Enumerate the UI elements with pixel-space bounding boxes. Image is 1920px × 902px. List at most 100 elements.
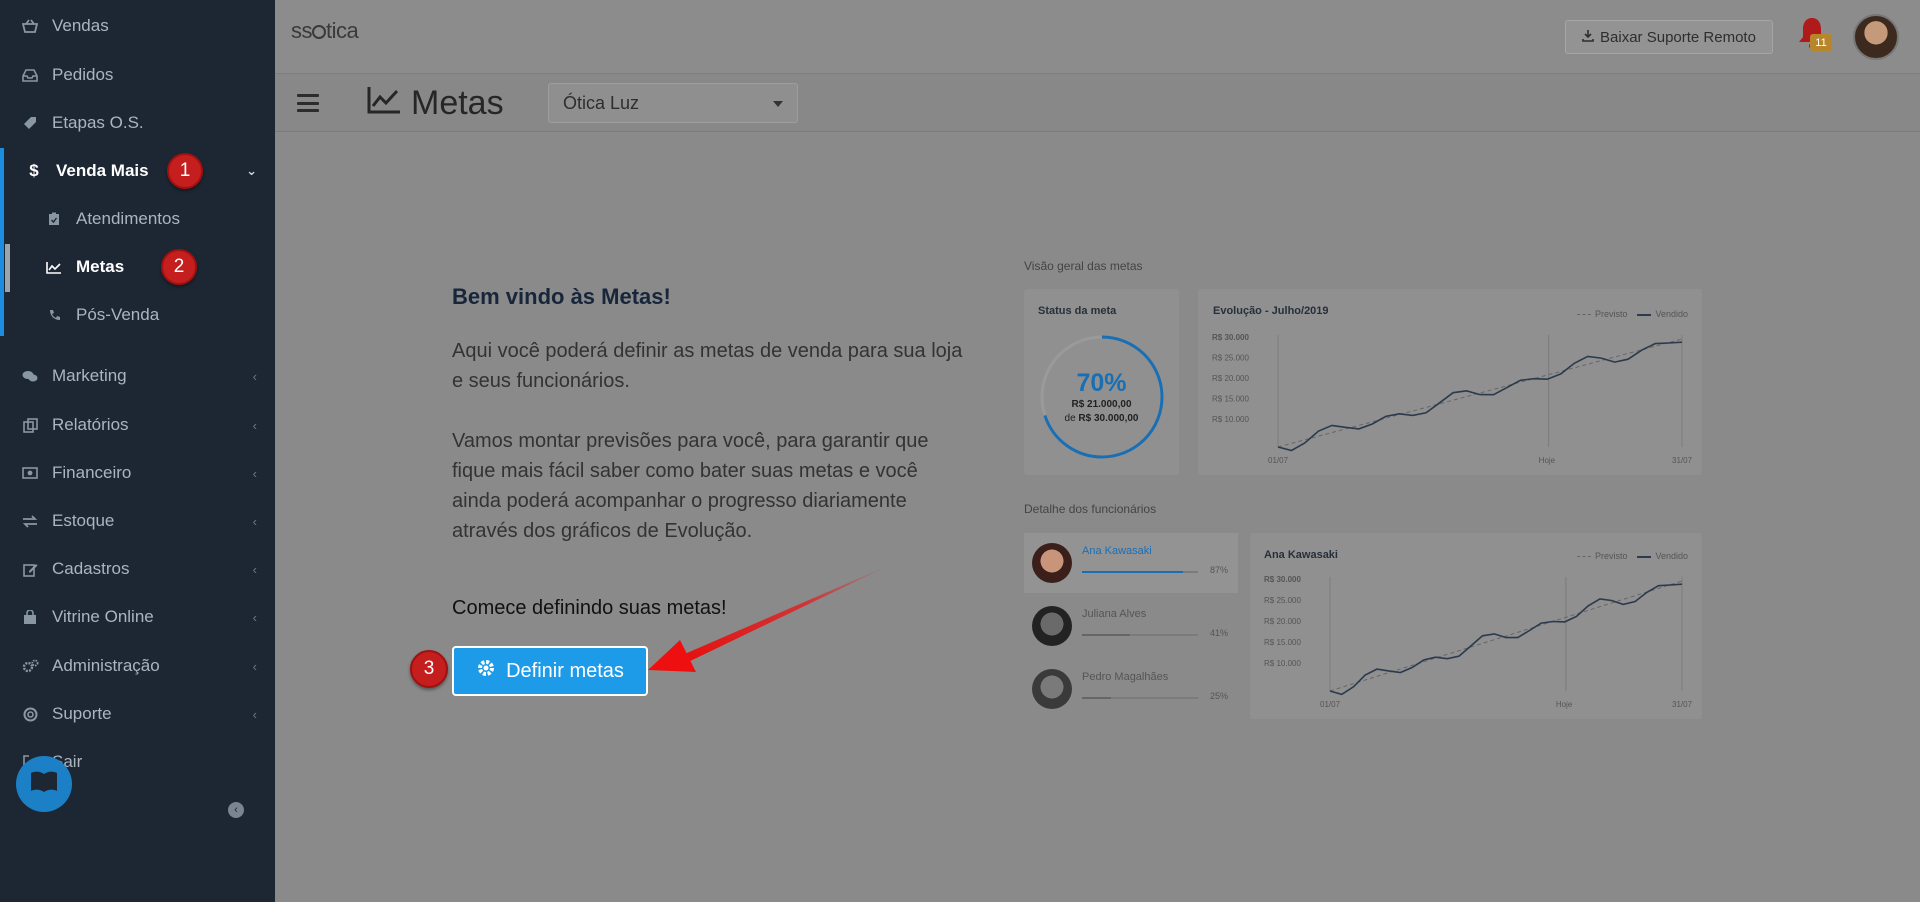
gear-icon xyxy=(476,658,496,684)
sidebar-item-vendas[interactable]: Vendas xyxy=(0,3,275,49)
employee-percent: 87% xyxy=(1209,565,1228,575)
tag-icon xyxy=(20,116,40,130)
chart-line-icon xyxy=(44,261,64,274)
employee-progress xyxy=(1082,634,1198,636)
legend-sold: Vendido xyxy=(1655,551,1688,561)
sidebar-item-label: Vendas xyxy=(52,16,109,35)
pointer-arrow-icon xyxy=(648,564,892,672)
money-icon xyxy=(20,467,40,479)
employee-avatar xyxy=(1032,669,1072,709)
x-tick-label: 31/07 xyxy=(1672,456,1693,465)
menu-toggle-button[interactable] xyxy=(297,94,319,112)
sold-line xyxy=(1329,583,1683,696)
logo-text: tica xyxy=(326,18,359,43)
forecast-line xyxy=(1329,580,1683,692)
sidebar-item-label: Pós-Venda xyxy=(76,305,160,324)
cogs-icon xyxy=(20,659,40,674)
help-book-button[interactable] xyxy=(16,756,72,812)
sidebar-item-label: Vitrine Online xyxy=(52,607,154,626)
step-badge-1: 1 xyxy=(167,153,203,189)
intro-paragraph: Aqui você poderá definir as metas de ven… xyxy=(452,340,963,392)
forecast-paragraph: Vamos montar previsões para você, para g… xyxy=(452,430,929,542)
chevron-left-icon: ‹ xyxy=(234,804,238,816)
store-select[interactable]: Ótica Luz xyxy=(548,83,798,123)
sidebar-item-pos-venda[interactable]: Pós-Venda xyxy=(0,292,275,338)
evolution-card: Evolução - Julho/2019 Previsto Vendido R… xyxy=(1198,289,1702,475)
sidebar-item-cadastros[interactable]: Cadastros ‹ xyxy=(0,546,275,592)
page-header: Metas Ótica Luz xyxy=(275,74,1920,132)
employee-avatar xyxy=(1032,543,1072,583)
sidebar-item-label: Atendimentos xyxy=(76,209,180,228)
logo-text: ss xyxy=(291,18,313,43)
comments-icon xyxy=(20,370,40,383)
download-icon xyxy=(1582,29,1594,46)
define-goals-button[interactable]: Definir metas xyxy=(452,646,648,696)
employee-progress-fill xyxy=(1082,697,1111,699)
sidebar-item-financeiro[interactable]: Financeiro ‹ xyxy=(0,450,275,496)
exchange-icon xyxy=(20,514,40,528)
legend-forecast: Previsto xyxy=(1594,309,1628,319)
sidebar-item-etapas[interactable]: Etapas O.S. xyxy=(0,100,275,146)
brand-logo[interactable]: ss tica xyxy=(291,18,359,44)
sidebar-item-pedidos[interactable]: Pedidos xyxy=(0,52,275,98)
clipboard-icon xyxy=(44,212,64,226)
y-tick-label: R$ 30.000 xyxy=(1212,333,1249,342)
card-title: Ana Kawasaki xyxy=(1264,549,1338,561)
chevron-left-icon: ‹ xyxy=(252,609,257,625)
notification-count-badge: 11 xyxy=(1810,34,1832,51)
user-avatar[interactable] xyxy=(1853,14,1899,60)
x-tick-label: Hoje xyxy=(1539,456,1556,465)
top-header: ss tica Baixar Suporte Remoto 11 xyxy=(275,0,1920,74)
y-tick-label: R$ 10.000 xyxy=(1212,415,1249,424)
sidebar-item-label: Pedidos xyxy=(52,65,114,84)
chevron-left-icon: ‹ xyxy=(252,368,257,384)
sidebar-item-label: Etapas O.S. xyxy=(52,113,144,132)
chevron-down-icon: ⌄ xyxy=(246,163,257,178)
copy-icon xyxy=(20,417,40,433)
status-goal: R$ 30.000,00 xyxy=(1078,413,1139,424)
sidebar-item-label: Estoque xyxy=(52,511,115,530)
logo-ring-icon xyxy=(312,25,326,40)
sidebar-item-estoque[interactable]: Estoque ‹ xyxy=(0,498,275,544)
sidebar-item-atendimentos[interactable]: Atendimentos xyxy=(0,196,275,242)
chevron-left-icon: ‹ xyxy=(252,561,257,577)
x-tick-label: 01/07 xyxy=(1320,700,1341,709)
sold-line xyxy=(1277,341,1683,452)
employee-progress-fill xyxy=(1082,634,1130,636)
y-tick-label: R$ 15.000 xyxy=(1212,395,1249,404)
sidebar-item-suporte[interactable]: Suporte ‹ xyxy=(0,691,275,737)
employee-name: Juliana Alves xyxy=(1082,608,1147,620)
chevron-left-icon: ‹ xyxy=(252,465,257,481)
employee-evolution-card: Ana Kawasaki Previsto Vendido R$ 30.000 R… xyxy=(1250,533,1702,719)
status-card: Status da meta 70% R$ 21.000,00 de R$ 30… xyxy=(1024,289,1179,475)
chart-legend: Previsto Vendido xyxy=(1576,551,1688,561)
y-tick-label: R$ 10.000 xyxy=(1264,659,1301,668)
status-of-text: de xyxy=(1064,413,1076,424)
sidebar-item-label: Financeiro xyxy=(52,463,132,482)
sidebar-item-marketing[interactable]: Marketing ‹ xyxy=(0,353,275,399)
dollar-icon: $ xyxy=(29,161,39,180)
edit-icon xyxy=(20,562,40,577)
evolution-chart: R$ 30.000 R$ 25.000 R$ 20.000 R$ 15.000 R$ 1… xyxy=(1212,333,1693,465)
sidebar-item-label: Relatórios xyxy=(52,415,129,434)
sidebar-item-administracao[interactable]: Administração ‹ xyxy=(0,643,275,689)
employee-name: Pedro Magalhães xyxy=(1082,671,1169,683)
employee-row: Ana Kawasaki 87% xyxy=(1024,533,1238,593)
chevron-left-icon: ‹ xyxy=(252,706,257,722)
sidebar-item-venda-mais[interactable]: $ Venda Mais ⌄ xyxy=(0,148,275,194)
status-value: R$ 21.000,00 xyxy=(1071,399,1132,410)
store-select-value: Ótica Luz xyxy=(563,92,640,113)
sidebar-item-label: Cadastros xyxy=(52,559,130,578)
chevron-left-icon: ‹ xyxy=(252,417,257,433)
sidebar-item-metas[interactable]: Metas xyxy=(0,244,275,290)
sidebar-item-relatorios[interactable]: Relatórios ‹ xyxy=(0,402,275,448)
step-badge-2: 2 xyxy=(161,249,197,285)
y-tick-label: R$ 15.000 xyxy=(1264,638,1301,647)
page-title-text: Metas xyxy=(411,84,504,122)
employee-evolution-chart: R$ 30.000 R$ 25.000 R$ 20.000 R$ 15.000 R$ 1… xyxy=(1264,575,1693,709)
collapse-sidebar-button[interactable]: ‹ xyxy=(228,802,244,818)
sidebar-item-vitrine-online[interactable]: Vitrine Online ‹ xyxy=(0,594,275,640)
basket-icon xyxy=(20,19,40,33)
x-tick-label: Hoje xyxy=(1556,700,1573,709)
download-remote-support-button[interactable]: Baixar Suporte Remoto xyxy=(1565,20,1773,54)
